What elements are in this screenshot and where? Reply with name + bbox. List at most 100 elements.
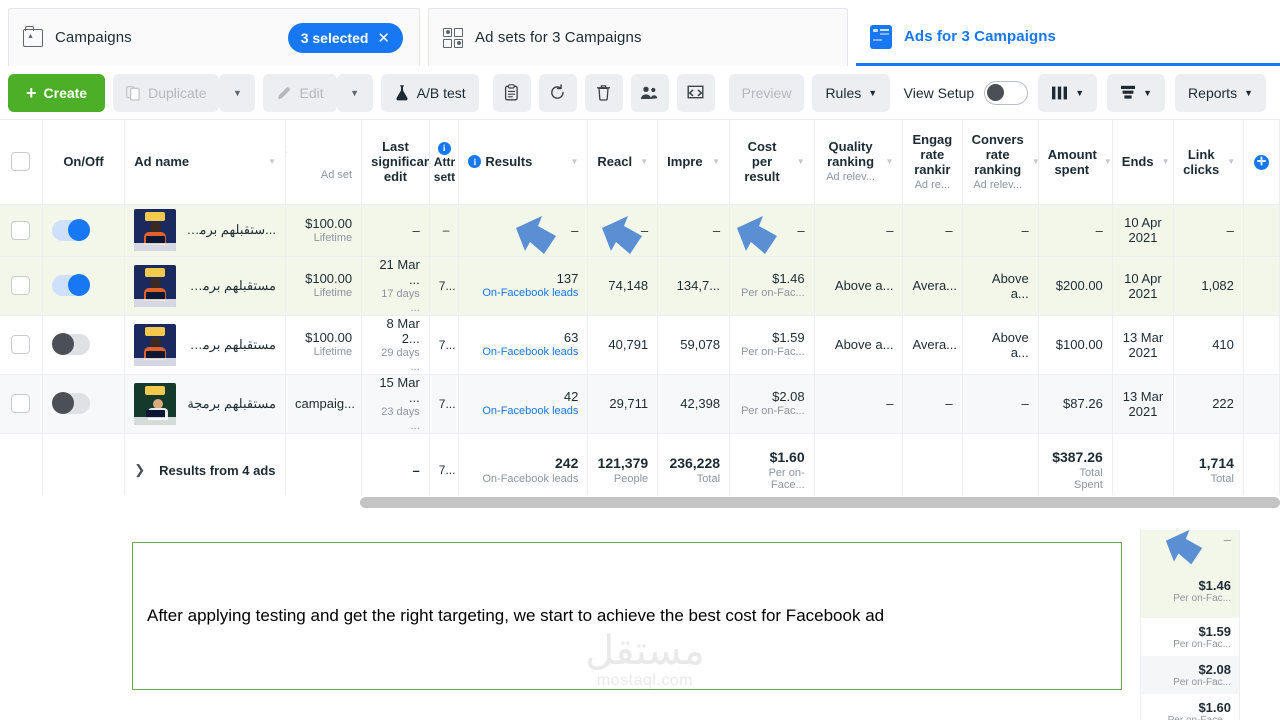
columns-button[interactable]: ▼ [1038, 73, 1098, 112]
add-column-header[interactable]: ✛ [1243, 120, 1280, 205]
totals-amount-spent-sub: Total Spent [1074, 467, 1103, 491]
totals-row[interactable]: ❯ Results from 4 ads – 7... 242 On-Facebook l… [0, 433, 1280, 495]
info-icon[interactable]: i [468, 155, 482, 169]
row-engagement-ranking-cell: – [902, 204, 963, 257]
table-row[interactable]: ...ستقبلهم برمجة 3 $100.00Lifetime – – – – – – –… [0, 204, 1280, 257]
chevron-down-icon[interactable]: ▼ [793, 157, 805, 166]
row-last-edit-sub: 23 days ... [381, 405, 420, 432]
trash-icon [597, 85, 611, 101]
row-impressions-cell: 42,398 [657, 374, 731, 434]
column-header-quality-ranking[interactable]: Quality ranking Ad relev... ▼ [814, 120, 904, 205]
column-header-budget[interactable]: t Ad set [285, 120, 363, 205]
row-impressions-cell: 59,078 [657, 315, 731, 375]
column-label-ends: Ends [1121, 154, 1154, 170]
chevron-down-icon[interactable]: ▼ [1223, 157, 1235, 166]
column-header-last-edit[interactable]: Last significant edit [361, 120, 430, 205]
edit-button[interactable]: Edit [263, 73, 337, 112]
column-label-reach: Reacl [597, 154, 633, 170]
clipboard-button[interactable] [492, 73, 531, 112]
breakdown-button[interactable]: ▼ [1107, 73, 1166, 112]
row-adname-cell[interactable]: ...ستقبلهم برمجة 3 [124, 204, 286, 257]
row-budget-sub: Lifetime [313, 231, 353, 244]
row-conversion-ranking-cell: Above a... [962, 315, 1039, 375]
horizontal-scrollbar[interactable] [360, 497, 1280, 508]
duplicate-button[interactable]: Duplicate [113, 73, 220, 112]
row-results-cell: 63 On-Facebook leads [458, 315, 589, 375]
select-all-header[interactable] [0, 120, 43, 205]
expand-chevron-icon[interactable]: ❯ [134, 462, 145, 478]
edit-label: Edit [299, 84, 324, 101]
column-header-attribution[interactable]: i Attr sett [429, 120, 460, 205]
row-impressions-cell: – [657, 204, 731, 257]
row-checkbox[interactable] [11, 220, 31, 240]
info-icon[interactable]: i [437, 141, 451, 155]
row-onoff-toggle[interactable] [51, 274, 90, 296]
row-onoff-cell [42, 256, 126, 316]
column-header-ends[interactable]: Ends ▼ [1112, 120, 1175, 205]
row-adname-cell[interactable]: مستقبلهم برمجة 2 [124, 315, 286, 375]
column-header-link-clicks[interactable]: Link clicks ▼ [1173, 120, 1244, 205]
column-header-impressions[interactable]: Impre ▼ [657, 120, 731, 205]
tab-campaigns[interactable]: Campaigns 3 selected ✕ [8, 8, 420, 66]
row-adname-cell[interactable]: مستقبلهم برمجة 3 [124, 256, 286, 316]
tab-ads[interactable]: Ads for 3 Campaigns [856, 10, 1280, 66]
export-button[interactable] [676, 73, 715, 112]
row-onoff-toggle[interactable] [51, 333, 90, 355]
column-header-engagement-rate-ranking[interactable]: Engag rate rankir Ad re... ▼ [902, 120, 963, 205]
column-header-adname[interactable]: Ad name ▼ [124, 120, 286, 205]
inset-sub: Per on-Fac... [1173, 639, 1231, 650]
ads-table-container[interactable]: On/Off Ad name ▼ t Ad set Last significa… [0, 120, 1280, 495]
edit-dropdown-button[interactable]: ▼ [336, 73, 373, 112]
row-ends-value: 13 Mar 2021 [1122, 388, 1164, 419]
select-all-checkbox[interactable] [11, 152, 31, 172]
view-setup-toggle[interactable] [984, 80, 1029, 105]
row-reach-value: 29,711 [609, 396, 649, 411]
row-checkbox[interactable] [11, 335, 31, 354]
row-onoff-toggle[interactable] [51, 218, 90, 241]
column-header-reach[interactable]: Reacl ▼ [587, 120, 659, 205]
chevron-down-icon[interactable]: ▼ [566, 157, 578, 166]
close-icon[interactable]: ✕ [377, 29, 390, 47]
row-checkbox[interactable] [11, 394, 31, 413]
table-row[interactable]: مستقبلهم برمجة 2$100.00Lifetime8 Mar 2..… [0, 315, 1280, 375]
delete-button[interactable] [584, 73, 623, 112]
row-checkbox[interactable] [11, 276, 31, 295]
add-column-icon[interactable]: ✛ [1253, 155, 1269, 171]
chevron-down-icon[interactable]: ▼ [1158, 157, 1170, 166]
column-header-onoff[interactable]: On/Off [42, 120, 126, 205]
row-results-value: 137 [556, 271, 579, 286]
column-header-conversion-rate-ranking[interactable]: Convers rate ranking Ad relev... ▼ [962, 120, 1039, 205]
row-adname-cell[interactable]: مستقبلهم برمجة [124, 374, 286, 434]
table-row[interactable]: مستقبلهم برمجة campaig... 15 Mar ... 23 day… [0, 374, 1280, 434]
refresh-button[interactable] [538, 73, 577, 112]
column-header-cost-per-result[interactable]: Cost per result ▼ [729, 120, 815, 205]
row-budget-sub: Lifetime [313, 346, 353, 358]
toolbar-right-group: View Setup ▼ ▼ Reports ▼ [904, 73, 1272, 112]
table-row[interactable]: مستقبلهم برمجة 3$100.00Lifetime21 Mar ..… [0, 256, 1280, 316]
totals-label-cell[interactable]: ❯ Results from 4 ads [124, 433, 286, 495]
row-budget-cell: $100.00 Lifetime [285, 204, 363, 257]
chevron-down-icon[interactable]: ▼ [1100, 157, 1112, 166]
row-quality-ranking-value: Above a... [834, 337, 894, 352]
tab-adsets[interactable]: Ad sets for 3 Campaigns [428, 8, 848, 66]
row-amount-spent-cell: $200.00 [1038, 256, 1113, 316]
ab-test-button[interactable]: A/B test [380, 73, 479, 112]
duplicate-dropdown-button[interactable]: ▼ [219, 73, 256, 112]
chevron-down-icon[interactable]: ▼ [264, 157, 276, 166]
row-budget-sub: Lifetime [313, 287, 353, 299]
column-header-amount-spent[interactable]: Amount spent ▼ [1038, 120, 1113, 205]
chevron-down-icon[interactable]: ▼ [1028, 157, 1038, 166]
create-button[interactable]: + Create [8, 73, 106, 112]
chevron-down-icon[interactable]: ▼ [708, 157, 720, 166]
rules-button[interactable]: Rules ▼ [812, 73, 891, 112]
column-header-results[interactable]: i Results ▼ [458, 120, 589, 205]
row-onoff-toggle[interactable] [51, 392, 90, 414]
audience-button[interactable] [630, 73, 669, 112]
row-reach-cell: 74,148 [587, 256, 659, 316]
selected-count-badge[interactable]: 3 selected ✕ [287, 22, 403, 53]
chevron-down-icon[interactable]: ▼ [882, 157, 894, 166]
preview-button[interactable]: Preview [728, 73, 805, 112]
row-quality-ranking-cell: – [814, 204, 904, 257]
chevron-down-icon[interactable]: ▼ [636, 157, 648, 166]
reports-button[interactable]: Reports ▼ [1175, 73, 1266, 112]
